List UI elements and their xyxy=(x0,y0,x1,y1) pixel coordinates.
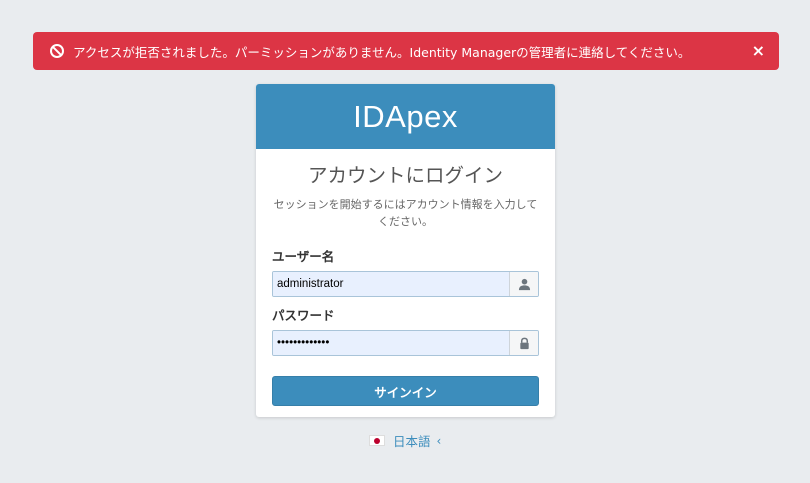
login-form: アカウントにログイン セッションを開始するにはアカウント情報を入力してください。… xyxy=(256,162,555,406)
brand-header: IDApex xyxy=(256,84,555,149)
password-input-group xyxy=(272,330,539,356)
ban-icon xyxy=(49,43,65,59)
alert-message: アクセスが拒否されました。パーミッションがありません。Identity Mana… xyxy=(73,44,691,60)
username-input[interactable] xyxy=(273,272,509,296)
username-input-group xyxy=(272,271,539,297)
japan-flag-icon xyxy=(369,435,385,446)
chevron-left-icon: ‹ xyxy=(436,433,442,448)
login-subtitle: セッションを開始するにはアカウント情報を入力してください。 xyxy=(273,198,538,228)
password-label: パスワード xyxy=(272,308,335,323)
alert-close-button[interactable]: × xyxy=(752,41,765,61)
brand-logo-text: IDApex xyxy=(353,98,458,134)
language-label: 日本語 xyxy=(393,434,431,449)
login-title: アカウントにログイン xyxy=(307,164,503,187)
signin-button[interactable]: サインイン xyxy=(272,376,539,406)
username-label: ユーザー名 xyxy=(272,249,335,264)
login-card: IDApex アカウントにログイン セッションを開始するにはアカウント情報を入力… xyxy=(256,84,555,417)
user-icon xyxy=(509,272,538,296)
password-input[interactable] xyxy=(273,331,509,355)
language-selector[interactable]: 日本語 ‹ xyxy=(369,431,441,450)
access-denied-alert: アクセスが拒否されました。パーミッションがありません。Identity Mana… xyxy=(33,32,779,70)
lock-icon xyxy=(509,331,538,355)
